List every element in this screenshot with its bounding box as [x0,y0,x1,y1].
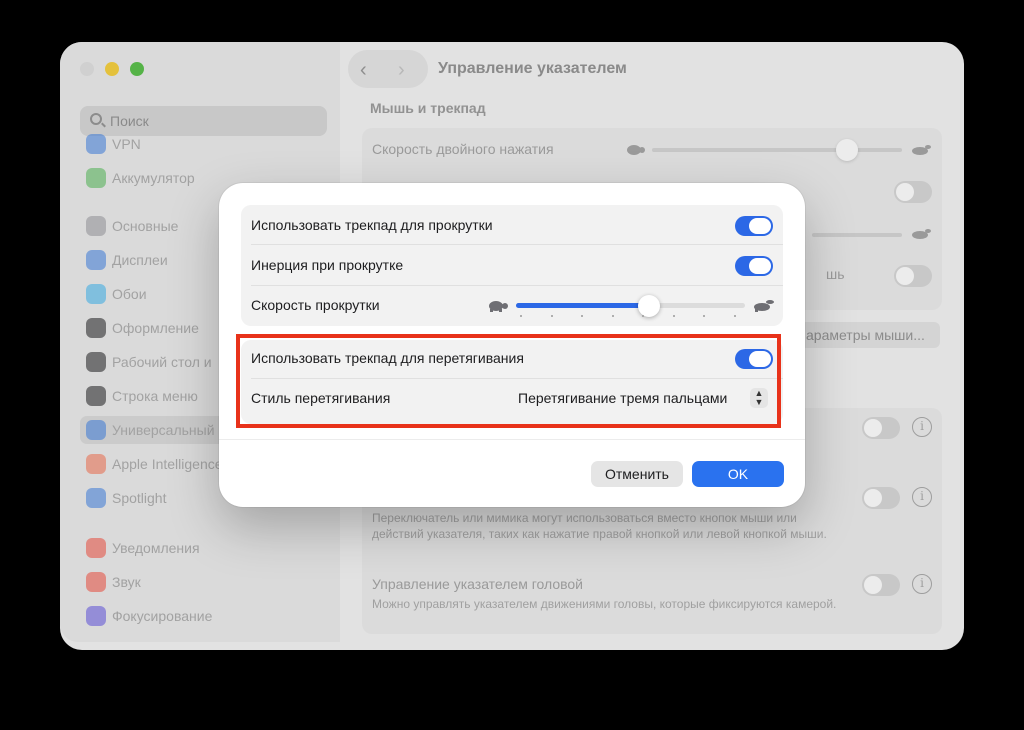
sidebar-item-label: Универсальный [112,422,215,438]
slider-tick [581,315,583,317]
turtle-icon [489,301,508,312]
sidebar-item-label: Звук [112,574,141,590]
sidebar-item-label: Spotlight [112,490,167,506]
slider-tick [520,315,522,317]
appearance-icon [86,318,106,338]
apple-intelligence-icon [86,454,106,474]
bg-slider-track[interactable] [812,233,902,237]
bg-toggle-4[interactable] [862,487,900,509]
inertia-toggle[interactable] [735,256,773,276]
sidebar-item-label: Аккумулятор [112,170,195,186]
forward-chevron-icon[interactable]: › [398,59,405,82]
sidebar-item-label: Apple Intelligence [112,456,223,472]
slider-tick [703,315,705,317]
sidebar-item-label: Обои [112,286,147,302]
menubar-icon [86,386,106,406]
sidebar-item-label: Уведомления [112,540,200,556]
hare-icon [912,229,931,239]
page-title: Управление указателем [438,60,627,77]
sidebar-item-label: Дисплеи [112,252,168,268]
hare-icon [754,300,774,312]
bg-toggle-3[interactable] [862,417,900,439]
nav-buttons: ‹ › [348,50,428,88]
turtle-icon [627,145,645,155]
slider-tick [672,315,675,317]
wallpaper-icon [86,284,106,304]
sidebar-item-label: Оформление [112,320,199,336]
inertia-label: Инерция при прокрутке [251,257,404,273]
switch-description: Переключатель или мимика могут использов… [372,511,827,541]
accessibility-icon [86,420,106,440]
search-placeholder: Поиск [110,113,149,129]
slider-tick [611,315,614,317]
notifications-icon [86,538,106,558]
back-chevron-icon[interactable]: ‹ [360,59,367,82]
mouse-options-button[interactable]: араметры мыши... [800,322,940,348]
sidebar-item[interactable]: Фокусирование [80,602,320,630]
sidebar-item-label: Фокусирование [112,608,213,624]
sidebar-item[interactable]: VPN [80,130,320,158]
info-icon[interactable]: i [912,487,932,507]
head-pointer-toggle[interactable] [862,574,900,596]
info-icon[interactable]: i [912,574,932,594]
ok-button[interactable]: OK [692,461,784,487]
partial-label: шь [826,266,845,282]
scroll-speed-label: Скорость прокрутки [251,297,380,313]
zoom-window-button[interactable] [130,62,144,76]
scroll-toggle[interactable] [735,216,773,236]
gear-icon [86,216,106,236]
double-click-knob[interactable] [836,139,858,161]
highlight-box [236,334,781,428]
sidebar-item[interactable]: Уведомления [80,534,320,562]
sound-icon [86,572,106,592]
spotlight-icon [86,488,106,508]
slider-tick [733,315,736,317]
scroll-speed-knob[interactable] [637,295,660,317]
scroll-options-card: Использовать трекпад для прокрутки Инерц… [241,205,783,326]
focus-icon [86,606,106,626]
desktop-icon [86,352,106,372]
sidebar-item-label: Рабочий стол и [112,354,212,370]
display-icon [86,250,106,270]
scroll-speed-fill [516,303,649,308]
section-title: Мышь и трекпад [370,100,486,116]
battery-icon [86,168,106,188]
divider [251,285,783,286]
info-icon[interactable]: i [912,417,932,437]
sidebar-item-label: Строка меню [112,388,198,404]
scroll-speed-slider[interactable] [516,303,745,308]
double-click-track[interactable] [652,148,902,152]
cancel-button[interactable]: Отменить [591,461,683,487]
search-icon [90,113,102,125]
divider [251,244,783,245]
scroll-label: Использовать трекпад для прокрутки [251,217,493,233]
minimize-window-button[interactable] [105,62,119,76]
head-pointer-description: Можно управлять указателем движениями го… [372,597,837,611]
bg-toggle-1[interactable] [894,181,932,203]
close-window-button[interactable] [80,62,94,76]
double-click-label: Скорость двойного нажатия [372,141,554,157]
hare-icon [912,145,931,155]
footer-divider [219,439,805,440]
bg-toggle-2[interactable] [894,265,932,287]
slider-tick [550,315,553,317]
sidebar-item[interactable]: Звук [80,568,320,596]
sidebar-item-label: Основные [112,218,179,234]
sidebar-item-label: VPN [112,136,141,152]
slider-tick [642,315,644,317]
head-pointer-label: Управление указателем головой [372,576,583,592]
vpn-icon [86,134,106,154]
